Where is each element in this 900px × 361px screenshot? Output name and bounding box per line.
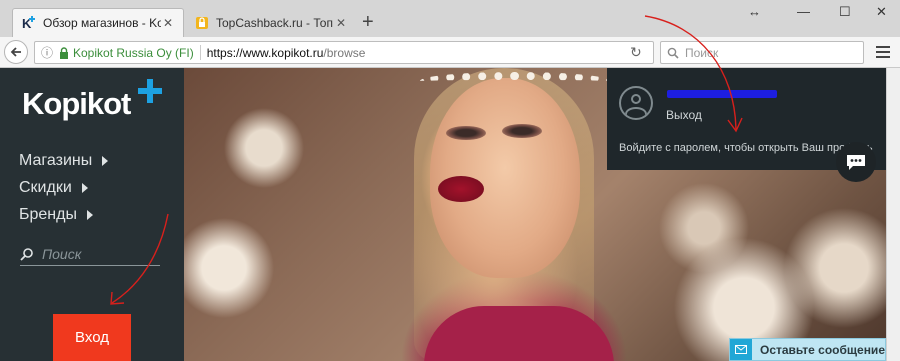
feedback-label: Оставьте сообщение — [760, 342, 885, 357]
caret-right-icon — [102, 156, 109, 166]
sidebar-item-discounts[interactable]: Скидки — [19, 179, 88, 197]
browser-search-placeholder: Поиск — [685, 45, 719, 60]
sidebar-item-label: Магазины — [19, 152, 93, 169]
tab-kopikot[interactable]: K Обзор магазинов - Kopikot ✕ — [12, 8, 184, 37]
hero-eye — [502, 124, 542, 138]
hero-dress — [424, 306, 614, 361]
hero-eye — [446, 126, 486, 140]
login-prompt-text: Войдите с паролем, чтобы открыть Ваш про… — [619, 142, 873, 154]
url-path: /browse — [323, 45, 366, 60]
chat-bubble-icon[interactable] — [836, 142, 876, 182]
reload-icon[interactable]: ↻ — [630, 44, 642, 61]
sidebar-item-label: Скидки — [19, 179, 72, 196]
search-icon — [20, 247, 33, 261]
login-button[interactable]: Вход — [53, 314, 131, 361]
lock-favicon-icon — [194, 15, 210, 31]
kopikot-logo[interactable]: Kopikot — [22, 86, 131, 122]
info-icon[interactable]: ⓘ — [41, 44, 55, 61]
close-tab-icon[interactable]: ✕ — [161, 16, 175, 30]
page-scrollbar[interactable] — [886, 68, 900, 361]
maximize-button[interactable]: ☐ — [839, 4, 851, 20]
navigation-bar: ⓘ Kopikot Russia Oy (FI) https://www.kop… — [0, 37, 900, 68]
sidebar-item-brands[interactable]: Бренды — [19, 206, 93, 224]
username-redacted — [667, 90, 777, 98]
sidebar-item-stores[interactable]: Магазины — [19, 152, 109, 170]
caret-right-icon — [81, 183, 88, 193]
browser-search-input[interactable]: Поиск — [660, 41, 864, 64]
hamburger-menu-icon[interactable] — [876, 46, 890, 61]
hero-headband — [420, 72, 610, 90]
url-host: https://www.kopikot.ru — [206, 45, 324, 60]
site-identity[interactable]: Kopikot Russia Oy (FI) — [73, 46, 194, 60]
tab-title: Обзор магазинов - Kopikot — [43, 16, 161, 30]
page-content: Kopikot Магазины Скидки Бренды Поиск Вхо… — [0, 68, 900, 361]
hero-lips — [438, 176, 484, 202]
arrow-left-icon — [10, 47, 21, 57]
search-icon — [667, 47, 679, 59]
close-window-button[interactable]: ✕ — [876, 4, 887, 20]
tab-strip: K Обзор магазинов - Kopikot ✕ TopCashbac… — [0, 0, 900, 37]
envelope-icon — [730, 339, 752, 360]
new-tab-button[interactable]: + — [362, 12, 374, 32]
sidebar-search-input[interactable]: Поиск — [20, 242, 160, 266]
tab-topcashback[interactable]: TopCashback.ru - Топ лу... ✕ — [186, 8, 356, 37]
sidebar: Kopikot Магазины Скидки Бренды Поиск Вхо… — [0, 68, 184, 361]
address-bar[interactable]: ⓘ Kopikot Russia Oy (FI) https://www.kop… — [34, 41, 654, 64]
feedback-widget[interactable]: Оставьте сообщение — [729, 338, 886, 361]
divider — [199, 45, 201, 60]
sidebar-item-label: Бренды — [19, 206, 77, 223]
back-button[interactable] — [4, 40, 28, 64]
minimize-button[interactable]: — — [797, 4, 810, 19]
lock-icon — [60, 46, 68, 59]
logout-link[interactable]: Выход — [666, 108, 702, 122]
kopikot-favicon-icon: K — [21, 15, 37, 31]
tab-title: TopCashback.ru - Топ лу... — [216, 15, 334, 30]
resize-icon: ↔ — [748, 4, 761, 19]
avatar-icon — [619, 86, 653, 120]
caret-right-icon — [86, 210, 93, 220]
sidebar-search-placeholder: Поиск — [42, 245, 82, 262]
close-tab-icon[interactable]: ✕ — [334, 16, 348, 30]
logo-plus-icon — [138, 79, 162, 103]
